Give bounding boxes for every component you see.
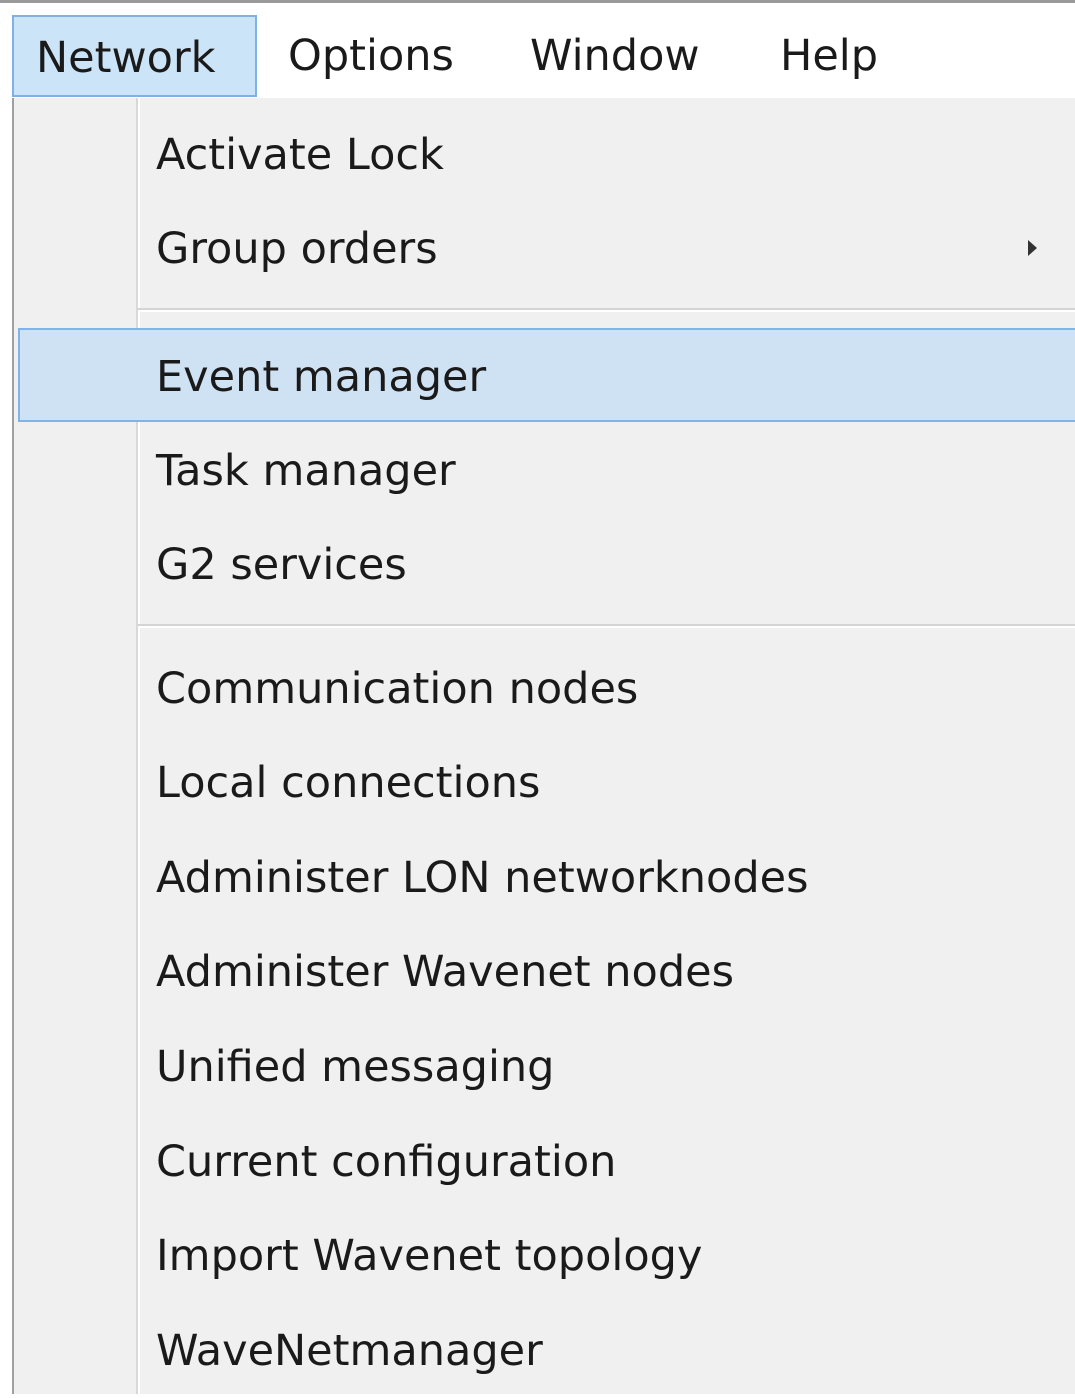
menu-item-label: Import Wavenet topology [156,1231,703,1281]
menu-item-label: G2 services [156,540,407,590]
menu-item-label: Local connections [156,758,541,808]
menu-options-label: Options [288,31,454,81]
menu-item-label: Group orders [156,224,438,274]
menu-help-label: Help [780,31,879,81]
menu-help[interactable]: Help [780,15,878,97]
menu-window[interactable]: Window [530,15,700,97]
menu-item-label: WaveNetmanager [156,1326,543,1376]
menu-item-activate-lock[interactable]: Activate Lock [14,108,1075,202]
menu-item-label: Task manager [156,446,456,496]
menu-network-label: Network [36,33,216,83]
menu-item-wavenetmanager[interactable]: WaveNetmanager [14,1304,1075,1398]
menu-network[interactable]: Network [12,15,257,97]
menu-item-label: Activate Lock [156,130,444,180]
menu-item-event-manager[interactable]: Event manager [18,328,1075,422]
menu-item-g2-services[interactable]: G2 services [14,518,1075,612]
menu-item-communication-nodes[interactable]: Communication nodes [14,642,1075,736]
menu-item-import-wavenet-topology[interactable]: Import Wavenet topology [14,1209,1075,1303]
menu-item-group-orders[interactable]: Group orders [14,202,1075,296]
menu-item-label: Communication nodes [156,664,639,714]
menu-item-label: Current configuration [156,1137,617,1187]
menu-item-local-connections[interactable]: Local connections [14,736,1075,830]
menu-item-label: Event manager [156,352,487,402]
menu-item-unified-messaging[interactable]: Unified messaging [14,1020,1075,1114]
menu-item-administer-wavenet-nodes[interactable]: Administer Wavenet nodes [14,925,1075,1019]
menu-item-task-manager[interactable]: Task manager [14,424,1075,518]
menu-separator [138,308,1075,312]
menu-bar: Network Options Window Help [0,0,1075,101]
menu-item-administer-lon-networknodes[interactable]: Administer LON networknodes [14,831,1075,925]
network-dropdown-menu: Activate Lock Group orders Event manager… [12,98,1075,1394]
menu-separator [138,624,1075,628]
menu-options[interactable]: Options [288,15,454,97]
menu-item-current-configuration[interactable]: Current configuration [14,1115,1075,1209]
menu-item-label: Administer LON networknodes [156,853,809,903]
menu-item-label: Unified messaging [156,1042,555,1092]
chevron-right-icon [1028,240,1037,256]
menu-window-label: Window [530,31,700,81]
menu-item-label: Administer Wavenet nodes [156,947,735,997]
